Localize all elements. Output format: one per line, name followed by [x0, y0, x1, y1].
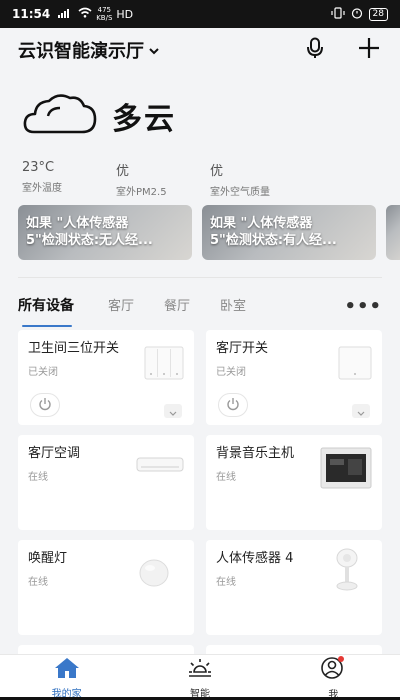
- chevron-down-icon: [169, 402, 177, 421]
- power-button[interactable]: [30, 393, 60, 417]
- device-card[interactable]: 背景音乐主机 在线: [206, 435, 382, 530]
- microphone-icon: [305, 37, 325, 63]
- air-conditioner-icon: [136, 457, 184, 477]
- home-icon: [54, 657, 80, 683]
- stat-label: 室外空气质量: [210, 187, 270, 198]
- stat-value: 23°C: [22, 160, 55, 175]
- net-speed: 475 KB/S: [96, 6, 113, 22]
- weather-condition: 多云: [112, 102, 176, 137]
- stat-value: 优: [210, 164, 224, 179]
- cloud-icon: [22, 90, 98, 142]
- device-name: 唤醒灯: [28, 551, 68, 566]
- stat-label: 室外PM2.5: [116, 187, 167, 198]
- room-tabs: 所有设备 客厅 餐厅 卧室 •••: [18, 288, 382, 327]
- scene-text: 5"检测状态:无人经...: [26, 233, 153, 248]
- hd-label: HD: [116, 7, 134, 21]
- power-icon: [226, 396, 240, 415]
- nav-my-home[interactable]: 我的家: [0, 655, 133, 700]
- tab-bedroom[interactable]: 卧室: [220, 295, 246, 317]
- expand-button[interactable]: [352, 404, 370, 418]
- scene-card-partial[interactable]: [386, 205, 400, 260]
- device-name: 人体传感器 4: [216, 551, 294, 566]
- single-switch-icon: [338, 346, 372, 384]
- status-time: 11:54: [12, 7, 51, 21]
- nav-smart[interactable]: 智能: [133, 655, 266, 700]
- scene-card[interactable]: 如果 "人体传感器 5"检测状态:有人经...: [202, 205, 376, 260]
- home-name: 云识智能演示厅: [18, 41, 144, 62]
- plus-icon: [358, 37, 380, 63]
- tab-all-devices[interactable]: 所有设备: [18, 295, 74, 327]
- nav-me[interactable]: 我: [267, 655, 400, 700]
- voice-button[interactable]: [302, 37, 328, 63]
- device-card[interactable]: 客厅空调 在线: [18, 435, 194, 530]
- more-icon[interactable]: •••: [344, 296, 382, 317]
- add-button[interactable]: [356, 37, 382, 63]
- stat-outdoor-temp: 23°C 室外温度: [22, 160, 116, 198]
- stat-value: 优: [116, 164, 130, 179]
- device-name: 背景音乐主机: [216, 446, 295, 461]
- chevron-down-icon: [357, 402, 365, 421]
- signal-icon: [58, 8, 74, 21]
- bottom-nav: 我的家 智能 我: [0, 654, 400, 700]
- device-card[interactable]: 人体传感器 4 在线: [206, 540, 382, 635]
- triple-switch-icon: [144, 346, 184, 384]
- device-name: 客厅开关: [216, 341, 269, 356]
- tab-living-room[interactable]: 客厅: [108, 295, 134, 317]
- weather-panel: 多云 23°C 室外温度 优 室外PM2.5 优 室外空气质量: [22, 90, 382, 198]
- top-header: 云识智能演示厅: [0, 28, 400, 72]
- chevron-down-icon: [148, 40, 160, 61]
- power-button[interactable]: [218, 393, 248, 417]
- device-card[interactable]: 客厅开关 已关闭: [206, 330, 382, 425]
- power-icon: [38, 396, 52, 415]
- tab-dining-room[interactable]: 餐厅: [164, 295, 190, 317]
- device-grid: 卫生间三位开关 已关闭 客厅开关 已关闭 客厅空调 在线 背景音乐主机 在线 唤…: [18, 330, 382, 659]
- status-left-icons: 475 KB/S HD: [58, 6, 133, 22]
- device-name: 卫生间三位开关: [28, 341, 120, 356]
- sun-icon: [188, 657, 212, 683]
- device-name: 客厅空调: [28, 446, 81, 461]
- status-right-icons: 28: [330, 6, 388, 22]
- stat-pm25: 优 室外PM2.5: [116, 160, 210, 198]
- scene-card[interactable]: 如果 "人体传感器 5"检测状态:无人经...: [18, 205, 192, 260]
- wifi-icon: [78, 7, 92, 21]
- scene-title: 如果 "人体传感器: [210, 216, 313, 231]
- scene-text: 5"检测状态:有人经...: [210, 233, 337, 248]
- scene-carousel: 如果 "人体传感器 5"检测状态:无人经... 如果 "人体传感器 5"检测状态…: [18, 205, 400, 260]
- home-selector[interactable]: 云识智能演示厅: [18, 37, 160, 63]
- user-icon: [320, 656, 346, 684]
- music-host-icon: [320, 447, 372, 493]
- scene-title: 如果 "人体传感器: [26, 216, 129, 231]
- status-bar: 11:54 475 KB/S HD 28: [0, 0, 400, 28]
- divider: [18, 277, 382, 278]
- device-card[interactable]: 卫生间三位开关 已关闭: [18, 330, 194, 425]
- motion-sensor-icon: [334, 548, 360, 596]
- device-card[interactable]: 唤醒灯 在线: [18, 540, 194, 635]
- expand-button[interactable]: [164, 404, 182, 418]
- battery-indicator: 28: [368, 7, 388, 21]
- stat-air-quality: 优 室外空气质量: [210, 160, 304, 198]
- vibrate-icon: [330, 6, 345, 22]
- wake-lamp-icon: [138, 556, 170, 592]
- alarm-icon: [351, 7, 363, 22]
- stat-label: 室外温度: [22, 183, 62, 194]
